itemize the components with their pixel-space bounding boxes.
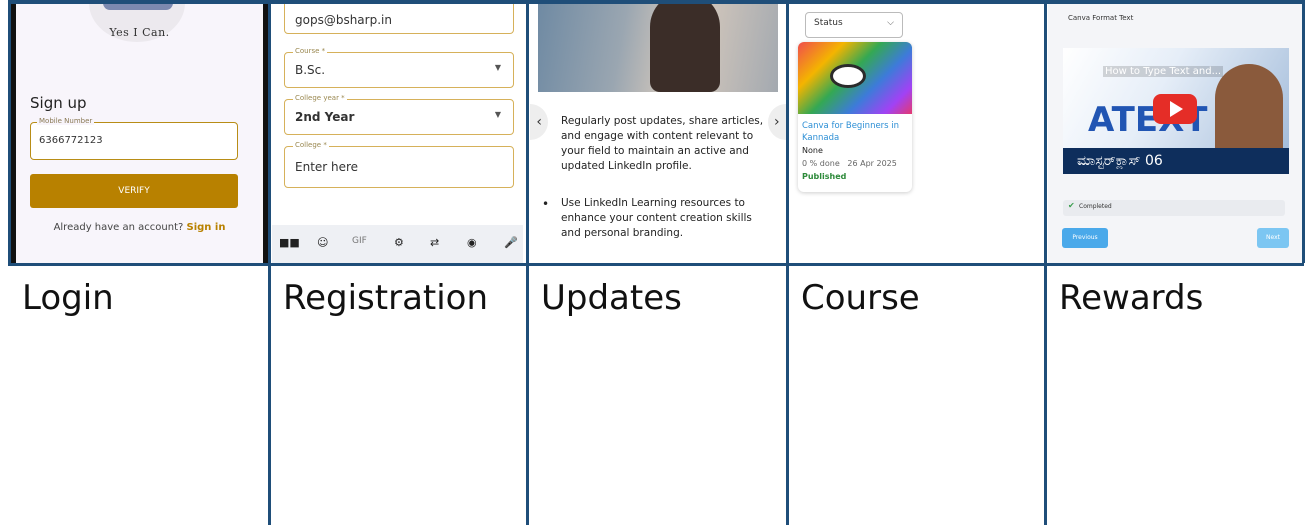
check-icon: ✔ bbox=[1068, 201, 1075, 210]
course-title[interactable]: Canva for Beginners in Kannada bbox=[802, 120, 910, 144]
college-year-label: College year * bbox=[293, 94, 347, 102]
college-year-select[interactable]: College year * 2nd Year ▼ bbox=[284, 94, 514, 135]
carousel-next-icon[interactable]: › bbox=[768, 104, 786, 140]
caret-down-icon: ▼ bbox=[494, 110, 501, 119]
translate-icon[interactable]: ⇄ bbox=[430, 236, 439, 249]
column-divider bbox=[268, 0, 271, 525]
caption-rewards: Rewards bbox=[1059, 278, 1204, 318]
course-card[interactable]: Canva for Beginners in Kannada None 0 % … bbox=[798, 42, 912, 192]
college-year-value: 2nd Year bbox=[295, 110, 355, 124]
already-text: Already have an account? bbox=[53, 222, 184, 233]
column-divider bbox=[526, 0, 529, 525]
left-bezel bbox=[11, 4, 16, 263]
tagline: Yes I Can. bbox=[109, 26, 170, 39]
screenshot-grid: Yes I Can. Sign up Mobile Number 6366772… bbox=[0, 0, 1305, 525]
course-progress: 0 % done bbox=[802, 159, 840, 168]
course-date: 26 Apr 2025 bbox=[847, 159, 897, 168]
rewards-screen: Canva Format Text How to Type Text and..… bbox=[1048, 4, 1304, 263]
caption-course: Course bbox=[801, 278, 920, 318]
video-title: How to Type Text and... bbox=[1103, 66, 1224, 77]
column-divider bbox=[786, 0, 789, 525]
bullet-icon: • bbox=[542, 197, 550, 211]
caption-registration: Registration bbox=[283, 278, 489, 318]
course-select[interactable]: Course * B.Sc. ▼ bbox=[284, 47, 514, 88]
mic-icon[interactable]: 🎤 bbox=[504, 236, 518, 249]
app-logo-wordmark bbox=[103, 4, 173, 10]
updates-screen: ‹ › Regularly post updates, share articl… bbox=[530, 4, 786, 263]
sticker-icon[interactable]: ☺ bbox=[317, 236, 328, 249]
video-kannada-title: ಮಾಸ್ಟರ್‌ಕ್ಲಾಸ್ 06 bbox=[1063, 148, 1289, 174]
signin-link[interactable]: Sign in bbox=[187, 222, 226, 233]
update-bullet: Use LinkedIn Learning resources to enhan… bbox=[561, 197, 752, 239]
status-label: Status bbox=[814, 18, 843, 28]
course-screen: Status ⌵ Canva for Beginners in Kannada … bbox=[790, 4, 1044, 263]
video-player[interactable]: How to Type Text and... ATEXT ಮಾಸ್ಟರ್‌ಕ್… bbox=[1063, 48, 1289, 174]
gif-button[interactable]: GIF bbox=[352, 236, 367, 246]
next-button[interactable]: Next bbox=[1257, 228, 1289, 248]
chevron-down-icon: ⌵ bbox=[887, 18, 894, 28]
mobile-number-field[interactable]: Mobile Number 6366772123 bbox=[30, 117, 238, 160]
status-filter[interactable]: Status ⌵ bbox=[805, 12, 903, 38]
eye-artwork bbox=[830, 64, 866, 88]
caption-updates: Updates bbox=[541, 278, 682, 318]
course-category: None bbox=[802, 146, 823, 155]
apps-grid-icon[interactable]: ■■ bbox=[279, 236, 300, 249]
keyboard-toolbar: ■■ ☺ GIF ⚙ ⇄ ◉ 🎤 bbox=[272, 225, 523, 263]
mobile-number-label: Mobile Number bbox=[37, 117, 95, 125]
top-border bbox=[8, 0, 1304, 4]
course-progress-row: 0 % done 26 Apr 2025 bbox=[802, 159, 897, 168]
course-value: B.Sc. bbox=[295, 63, 326, 77]
signup-heading: Sign up bbox=[30, 94, 87, 112]
palette-icon[interactable]: ◉ bbox=[467, 236, 477, 249]
course-label: Course * bbox=[293, 47, 328, 55]
caption-login: Login bbox=[22, 278, 114, 318]
email-value: gops@bsharp.in bbox=[295, 13, 392, 27]
verify-button[interactable]: VERIFY bbox=[30, 174, 238, 208]
row-divider bbox=[8, 263, 1304, 266]
lesson-title: Canva Format Text bbox=[1068, 14, 1134, 22]
column-divider bbox=[1044, 0, 1047, 525]
caret-down-icon: ▼ bbox=[494, 63, 501, 72]
person-silhouette bbox=[650, 4, 720, 92]
college-field[interactable]: College * Enter here bbox=[284, 141, 514, 188]
signin-prompt: Already have an account? Sign in bbox=[11, 222, 268, 233]
login-screen: Yes I Can. Sign up Mobile Number 6366772… bbox=[11, 4, 268, 263]
college-label: College * bbox=[293, 141, 329, 149]
status-badge: Published bbox=[802, 172, 847, 181]
column-divider bbox=[8, 0, 11, 263]
college-placeholder: Enter here bbox=[295, 160, 359, 174]
completed-bar: ✔ Completed bbox=[1063, 200, 1285, 216]
mobile-number-value: 6366772123 bbox=[39, 135, 103, 146]
completed-label: Completed bbox=[1079, 203, 1112, 210]
gear-icon[interactable]: ⚙ bbox=[394, 236, 404, 249]
carousel-prev-icon[interactable]: ‹ bbox=[530, 104, 548, 140]
registration-screen: gops@bsharp.in Course * B.Sc. ▼ College … bbox=[272, 4, 523, 263]
play-icon bbox=[1170, 101, 1183, 117]
previous-button[interactable]: Previous bbox=[1062, 228, 1108, 248]
update-paragraph: Regularly post updates, share articles, … bbox=[561, 115, 764, 172]
email-field[interactable]: gops@bsharp.in bbox=[284, 4, 514, 34]
